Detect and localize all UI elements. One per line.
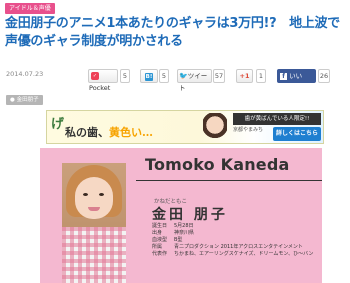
article-title: 金田朋子のアニメ1本あたりのギャラは3万円!? 地上波で声優のギャラ制度が明かさ… xyxy=(5,16,340,49)
hatena-count: 5 xyxy=(159,69,169,83)
ad-banner[interactable]: げ 私の歯、黄色い… 歯が黄ばんでいる人限定!! 京都やまみち 詳しくはこちら xyxy=(46,110,324,144)
gplus-count: 1 xyxy=(256,69,266,83)
profile-detail-row: 血液型 B型 xyxy=(152,236,182,243)
detail-value: B型 xyxy=(174,237,183,243)
profile-detail-row: 代表作 ちかまね、エアーリングスケナイズ、ドリームモン、ひ〜バン xyxy=(152,250,313,257)
profile-detail-row: 所属 青二プロダクション 2011年アクロスエンタテインメント xyxy=(152,243,303,250)
detail-key: 出身 xyxy=(152,230,163,236)
tag-label: 金田朋子 xyxy=(16,97,39,103)
category-tag[interactable]: アイドル＆声優 xyxy=(5,3,55,14)
facebook-icon: f xyxy=(280,72,287,80)
ad-headline: 私の歯、黄色い… xyxy=(65,124,153,140)
profile-name-english: Tomoko Kaneda xyxy=(145,155,290,174)
article-date: 2014.07.23 xyxy=(6,70,44,78)
profile-detail-row: 誕生日 5月28日 xyxy=(152,222,194,229)
detail-key: 血液型 xyxy=(152,237,168,243)
ad-headline-prefix: 私の歯、 xyxy=(65,126,109,139)
pocket-count: 5 xyxy=(120,69,130,83)
detail-value: 青二プロダクション 2011年アクロスエンタテインメント xyxy=(174,244,303,250)
ad-subtext: 京都やまみち xyxy=(233,127,264,133)
profile-divider xyxy=(136,180,322,181)
gplus-button[interactable]: +1 xyxy=(236,69,253,83)
profile-detail-row: 出身 神奈川県 xyxy=(152,229,194,236)
facebook-like-button[interactable]: f いいね！ xyxy=(277,69,316,92)
hatena-bookmark-icon: B! xyxy=(144,73,154,81)
ad-details-button[interactable]: 詳しくはこちら xyxy=(273,127,321,141)
ad-headline-highlight: 黄色い… xyxy=(109,126,153,139)
facebook-count: 26 xyxy=(318,69,330,83)
detail-key: 代表作 xyxy=(152,251,168,257)
ad-heading-char: げ xyxy=(51,117,65,132)
detail-value: ちかまね、エアーリングスケナイズ、ドリームモン、ひ〜バン xyxy=(174,251,314,257)
tag-link[interactable]: ● 金田朋子 xyxy=(6,95,43,105)
detail-value: 5月28日 xyxy=(174,223,194,229)
hatena-bookmark-button[interactable]: B! xyxy=(140,69,158,83)
detail-value: 神奈川県 xyxy=(174,230,195,236)
pocket-icon: ✓ xyxy=(91,72,99,80)
tweet-count: 57 xyxy=(213,69,225,83)
profile-name-japanese: 金田 朋子 xyxy=(152,207,228,223)
detail-key: 所属 xyxy=(152,244,163,250)
detail-key: 誕生日 xyxy=(152,223,168,229)
tweet-button[interactable]: 🐦ツイート xyxy=(177,69,212,92)
pocket-label: Pocket xyxy=(89,84,111,92)
ad-model-image xyxy=(203,113,227,143)
gplus-label: +1 xyxy=(239,72,250,80)
ad-notice: 歯が黄ばんでいる人限定!! xyxy=(233,113,321,125)
twitter-icon: 🐦 xyxy=(179,72,188,80)
pocket-button[interactable]: ✓ Pocket xyxy=(88,69,118,92)
profile-photo xyxy=(62,163,126,283)
profile-card: Tomoko Kaneda かねだともこ 金田 朋子 誕生日 5月28日 出身 神奈… xyxy=(40,148,322,283)
